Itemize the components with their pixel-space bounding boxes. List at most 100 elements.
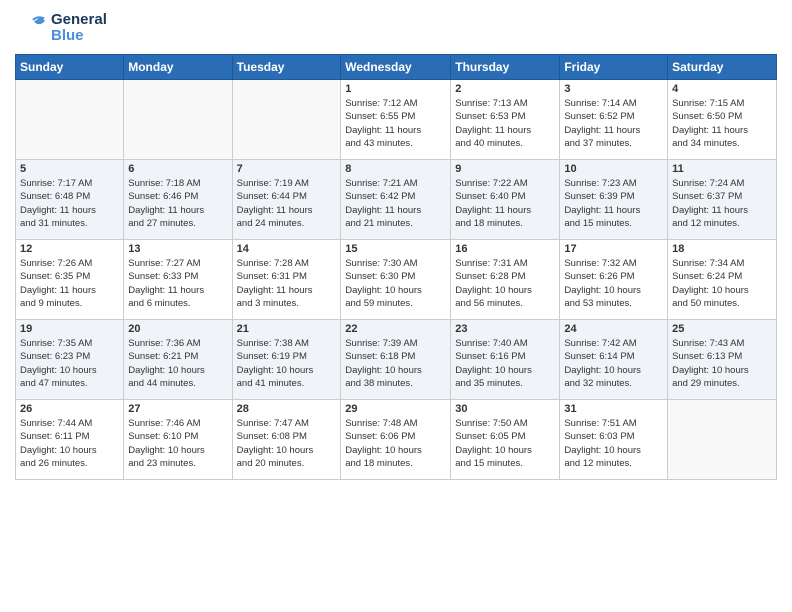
day-info: Sunrise: 7:27 AM Sunset: 6:33 PM Dayligh… (128, 257, 227, 310)
day-number: 18 (672, 243, 772, 255)
logo: General Blue (15, 10, 107, 46)
day-number: 27 (128, 403, 227, 415)
calendar-cell: 17Sunrise: 7:32 AM Sunset: 6:26 PM Dayli… (560, 240, 668, 320)
calendar-cell: 1 Sunrise: 7:12 AM Sunset: 6:55 PM Daylig… (341, 80, 451, 160)
day-number: 17 (564, 243, 663, 255)
day-number: 26 (20, 403, 119, 415)
day-number: 29 (345, 403, 446, 415)
day-number: 7 (237, 163, 337, 175)
day-info: Sunrise: 7:24 AM Sunset: 6:37 PM Dayligh… (672, 177, 772, 230)
logo-text: General Blue (51, 12, 107, 45)
day-number: 8 (345, 163, 446, 175)
weekday-header-tuesday: Tuesday (232, 55, 341, 80)
day-info: Sunrise: 7:21 AM Sunset: 6:42 PM Dayligh… (345, 177, 446, 230)
day-info: Sunrise: 7:31 AM Sunset: 6:28 PM Dayligh… (455, 257, 555, 310)
day-info: Sunrise: 7:38 AM Sunset: 6:19 PM Dayligh… (237, 337, 337, 390)
weekday-header-thursday: Thursday (451, 55, 560, 80)
day-info: Sunrise: 7:36 AM Sunset: 6:21 PM Dayligh… (128, 337, 227, 390)
day-number: 16 (455, 243, 555, 255)
day-number: 9 (455, 163, 555, 175)
day-info: Sunrise: 7:13 AM Sunset: 6:53 PM Dayligh… (455, 97, 555, 150)
day-info: Sunrise: 7:40 AM Sunset: 6:16 PM Dayligh… (455, 337, 555, 390)
weekday-header-monday: Monday (124, 55, 232, 80)
header: General Blue (15, 10, 777, 46)
day-info: Sunrise: 7:30 AM Sunset: 6:30 PM Dayligh… (345, 257, 446, 310)
day-info: Sunrise: 7:51 AM Sunset: 6:03 PM Dayligh… (564, 417, 663, 470)
logo-container: General Blue (15, 10, 107, 46)
calendar-cell: 26 Sunrise: 7:44 AM Sunset: 6:11 PM Dayli… (16, 400, 124, 480)
calendar-cell: 22 Sunrise: 7:39 AM Sunset: 6:18 PM Dayli… (341, 320, 451, 400)
calendar-cell (232, 80, 341, 160)
calendar-cell: 23 Sunrise: 7:40 AM Sunset: 6:16 PM Dayli… (451, 320, 560, 400)
calendar-cell: 28 Sunrise: 7:47 AM Sunset: 6:08 PM Dayli… (232, 400, 341, 480)
page: General Blue SundayMondayTuesdayWednesda… (0, 0, 792, 612)
week-row-5: 26 Sunrise: 7:44 AM Sunset: 6:11 PM Dayli… (16, 400, 777, 480)
calendar-cell: 18 Sunrise: 7:34 AM Sunset: 6:24 PM Dayli… (668, 240, 777, 320)
day-number: 24 (564, 323, 663, 335)
day-info: Sunrise: 7:39 AM Sunset: 6:18 PM Dayligh… (345, 337, 446, 390)
day-info: Sunrise: 7:34 AM Sunset: 6:24 PM Dayligh… (672, 257, 772, 310)
day-number: 28 (237, 403, 337, 415)
day-info: Sunrise: 7:26 AM Sunset: 6:35 PM Dayligh… (20, 257, 119, 310)
calendar-cell: 19Sunrise: 7:35 AM Sunset: 6:23 PM Dayli… (16, 320, 124, 400)
day-info: Sunrise: 7:47 AM Sunset: 6:08 PM Dayligh… (237, 417, 337, 470)
logo-general: General (51, 12, 107, 29)
calendar-cell: 9 Sunrise: 7:22 AM Sunset: 6:40 PM Daylig… (451, 160, 560, 240)
day-info: Sunrise: 7:14 AM Sunset: 6:52 PM Dayligh… (564, 97, 663, 150)
day-info: Sunrise: 7:12 AM Sunset: 6:55 PM Dayligh… (345, 97, 446, 150)
day-info: Sunrise: 7:23 AM Sunset: 6:39 PM Dayligh… (564, 177, 663, 230)
day-number: 10 (564, 163, 663, 175)
calendar-cell: 27 Sunrise: 7:46 AM Sunset: 6:10 PM Dayli… (124, 400, 232, 480)
day-info: Sunrise: 7:22 AM Sunset: 6:40 PM Dayligh… (455, 177, 555, 230)
week-row-2: 5Sunrise: 7:17 AM Sunset: 6:48 PM Daylig… (16, 160, 777, 240)
day-number: 22 (345, 323, 446, 335)
calendar-cell (668, 400, 777, 480)
day-info: Sunrise: 7:18 AM Sunset: 6:46 PM Dayligh… (128, 177, 227, 230)
week-row-1: 1 Sunrise: 7:12 AM Sunset: 6:55 PM Daylig… (16, 80, 777, 160)
calendar-cell: 13Sunrise: 7:27 AM Sunset: 6:33 PM Dayli… (124, 240, 232, 320)
calendar-cell: 31Sunrise: 7:51 AM Sunset: 6:03 PM Dayli… (560, 400, 668, 480)
day-number: 23 (455, 323, 555, 335)
weekday-header-saturday: Saturday (668, 55, 777, 80)
day-number: 11 (672, 163, 772, 175)
calendar-cell: 11 Sunrise: 7:24 AM Sunset: 6:37 PM Dayli… (668, 160, 777, 240)
week-row-4: 19Sunrise: 7:35 AM Sunset: 6:23 PM Dayli… (16, 320, 777, 400)
day-info: Sunrise: 7:15 AM Sunset: 6:50 PM Dayligh… (672, 97, 772, 150)
day-info: Sunrise: 7:50 AM Sunset: 6:05 PM Dayligh… (455, 417, 555, 470)
calendar-cell: 30 Sunrise: 7:50 AM Sunset: 6:05 PM Dayli… (451, 400, 560, 480)
weekday-header-wednesday: Wednesday (341, 55, 451, 80)
day-info: Sunrise: 7:19 AM Sunset: 6:44 PM Dayligh… (237, 177, 337, 230)
day-number: 1 (345, 83, 446, 95)
day-number: 14 (237, 243, 337, 255)
day-number: 12 (20, 243, 119, 255)
weekday-header-sunday: Sunday (16, 55, 124, 80)
calendar-cell: 7 Sunrise: 7:19 AM Sunset: 6:44 PM Daylig… (232, 160, 341, 240)
calendar-cell (124, 80, 232, 160)
calendar-cell: 6 Sunrise: 7:18 AM Sunset: 6:46 PM Daylig… (124, 160, 232, 240)
weekday-header-friday: Friday (560, 55, 668, 80)
calendar-cell: 29 Sunrise: 7:48 AM Sunset: 6:06 PM Dayli… (341, 400, 451, 480)
calendar-cell: 24Sunrise: 7:42 AM Sunset: 6:14 PM Dayli… (560, 320, 668, 400)
calendar-cell: 15 Sunrise: 7:30 AM Sunset: 6:30 PM Dayli… (341, 240, 451, 320)
calendar-cell: 21Sunrise: 7:38 AM Sunset: 6:19 PM Dayli… (232, 320, 341, 400)
calendar-cell: 10 Sunrise: 7:23 AM Sunset: 6:39 PM Dayli… (560, 160, 668, 240)
day-number: 30 (455, 403, 555, 415)
day-info: Sunrise: 7:43 AM Sunset: 6:13 PM Dayligh… (672, 337, 772, 390)
calendar: SundayMondayTuesdayWednesdayThursdayFrid… (15, 54, 777, 480)
calendar-cell: 5Sunrise: 7:17 AM Sunset: 6:48 PM Daylig… (16, 160, 124, 240)
calendar-cell: 8 Sunrise: 7:21 AM Sunset: 6:42 PM Daylig… (341, 160, 451, 240)
logo-bird-icon (15, 10, 51, 46)
day-number: 15 (345, 243, 446, 255)
day-number: 3 (564, 83, 663, 95)
calendar-cell: 4Sunrise: 7:15 AM Sunset: 6:50 PM Daylig… (668, 80, 777, 160)
day-info: Sunrise: 7:44 AM Sunset: 6:11 PM Dayligh… (20, 417, 119, 470)
calendar-cell: 16 Sunrise: 7:31 AM Sunset: 6:28 PM Dayli… (451, 240, 560, 320)
day-number: 6 (128, 163, 227, 175)
calendar-cell: 20Sunrise: 7:36 AM Sunset: 6:21 PM Dayli… (124, 320, 232, 400)
day-number: 2 (455, 83, 555, 95)
day-info: Sunrise: 7:46 AM Sunset: 6:10 PM Dayligh… (128, 417, 227, 470)
weekday-header-row: SundayMondayTuesdayWednesdayThursdayFrid… (16, 55, 777, 80)
calendar-cell: 12 Sunrise: 7:26 AM Sunset: 6:35 PM Dayli… (16, 240, 124, 320)
day-info: Sunrise: 7:48 AM Sunset: 6:06 PM Dayligh… (345, 417, 446, 470)
calendar-cell: 25Sunrise: 7:43 AM Sunset: 6:13 PM Dayli… (668, 320, 777, 400)
